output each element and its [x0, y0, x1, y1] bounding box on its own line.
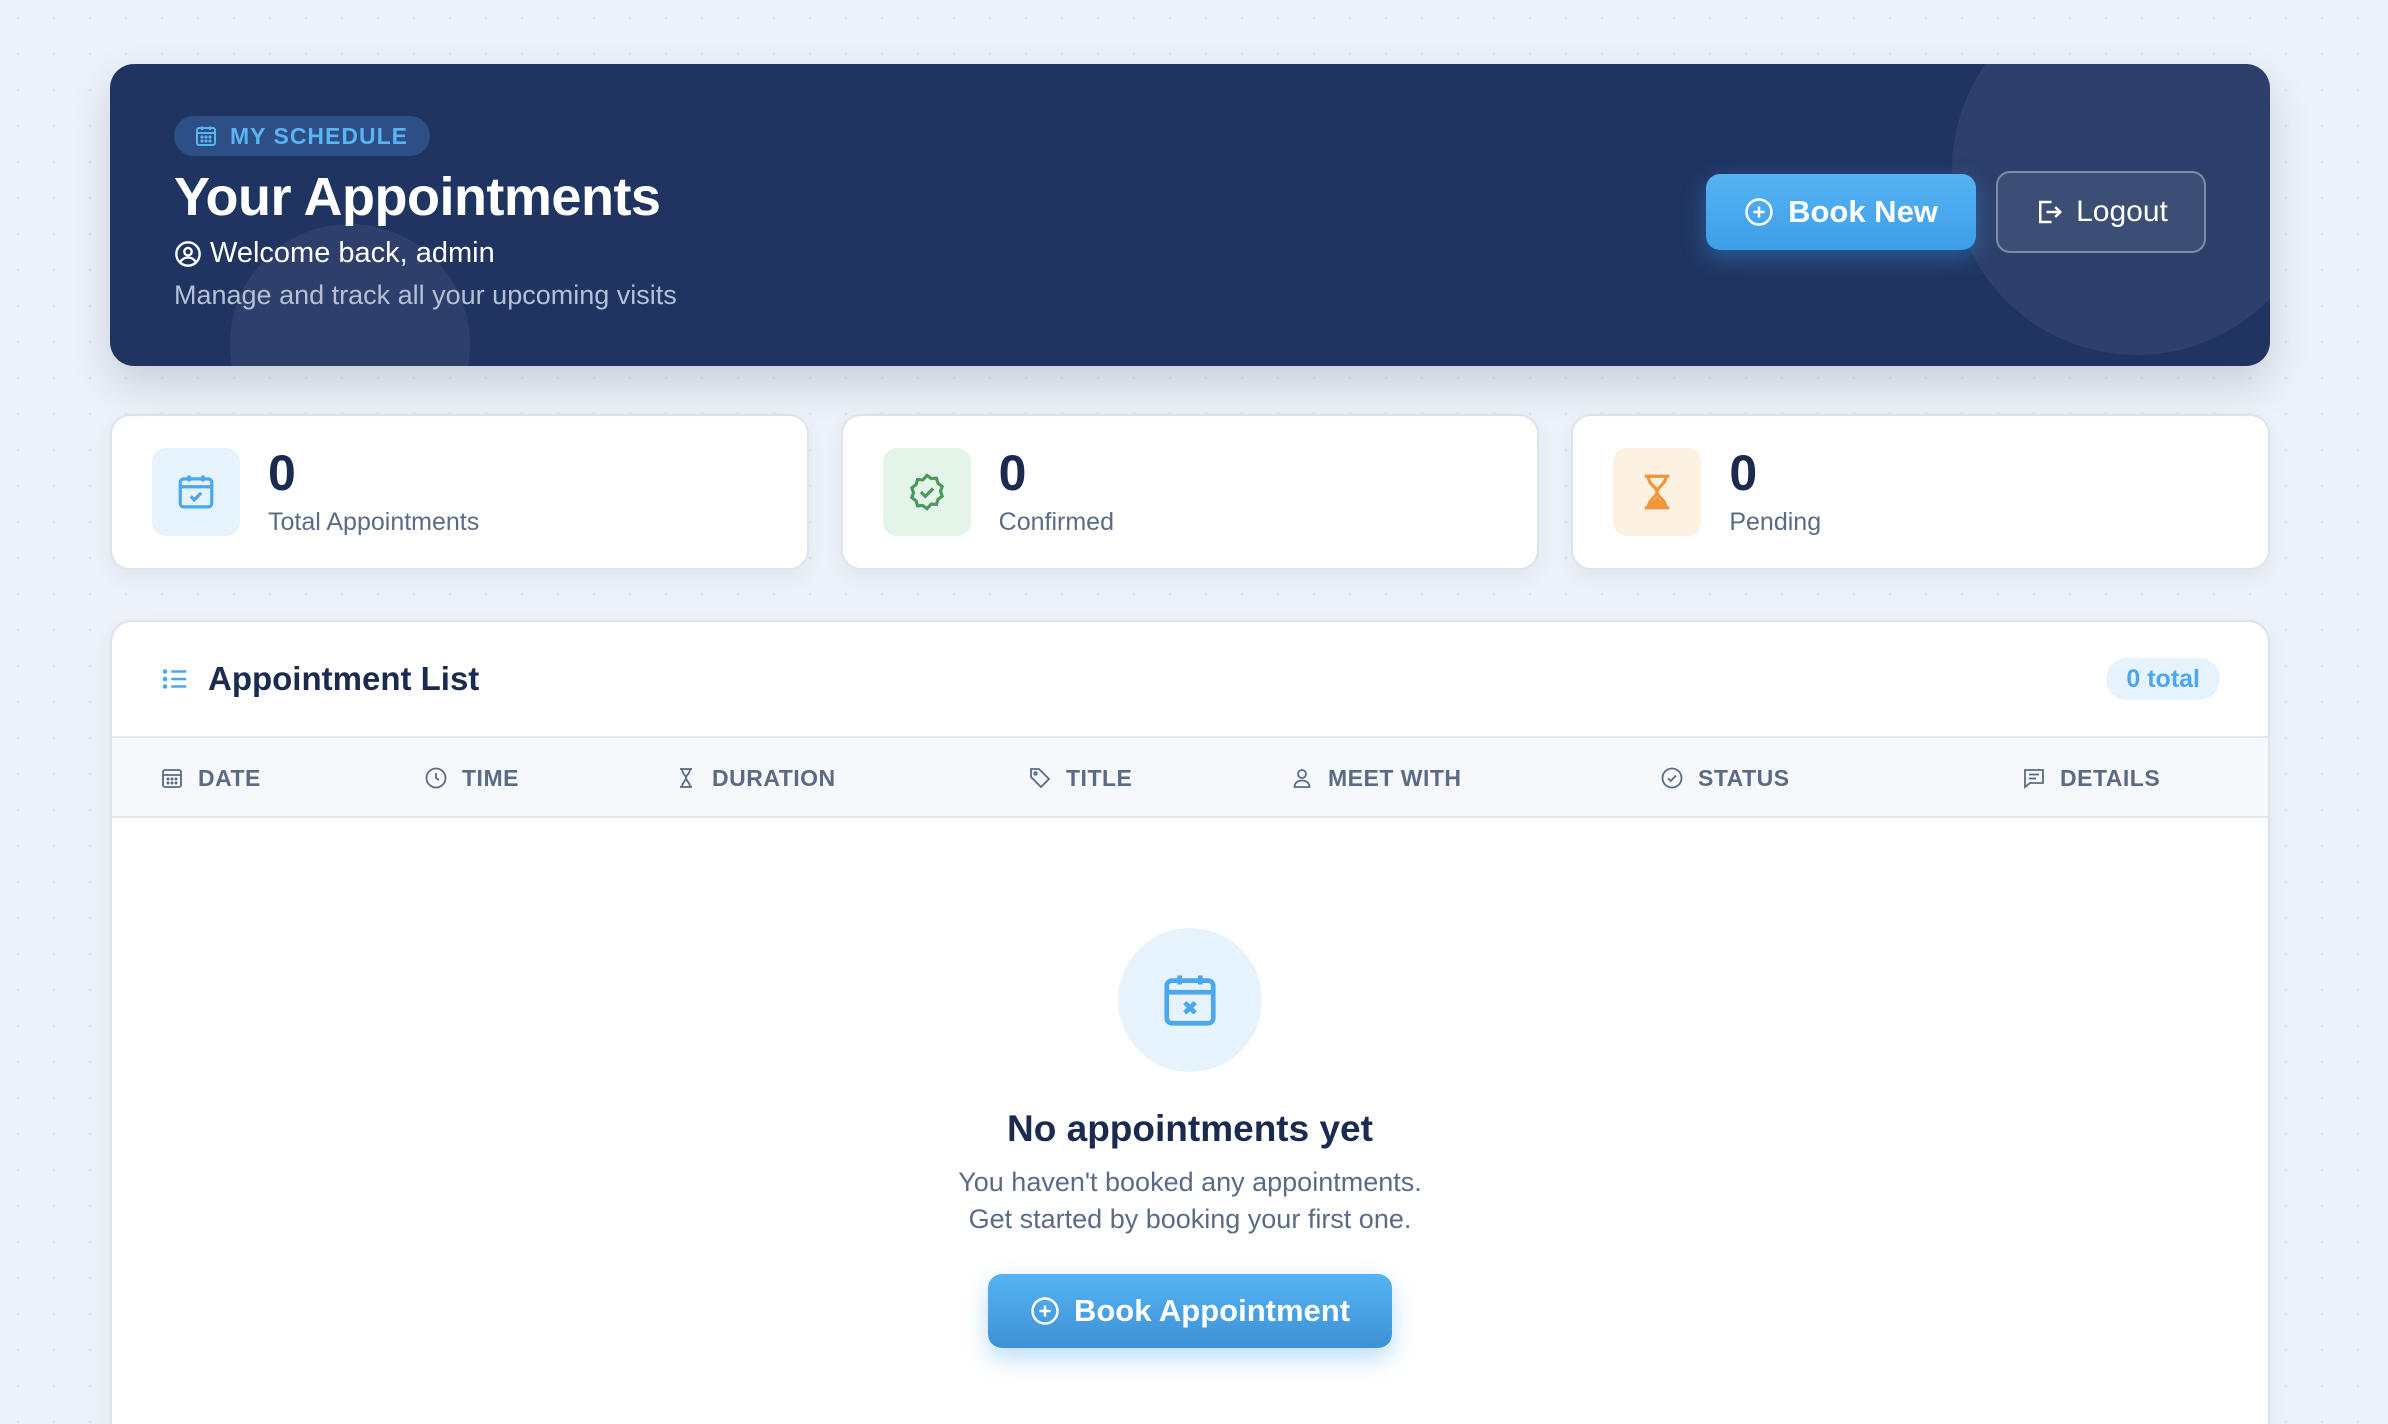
column-header-date[interactable]: DATE: [160, 738, 261, 818]
check-circle-icon: [1661, 767, 1683, 789]
page-title: Your Appointments: [174, 167, 661, 227]
header-actions: Book New Logout: [1706, 171, 2206, 253]
tag-icon: [1030, 768, 1051, 789]
user-icon: [1293, 769, 1311, 788]
empty-state-line: Get started by booking your first one.: [968, 1204, 1412, 1234]
stat-card-confirmed: 0 Confirmed: [840, 414, 1540, 570]
book-appointment-button[interactable]: Book Appointment: [988, 1274, 1392, 1348]
welcome-message: Welcome back, admin: [174, 237, 677, 270]
empty-state-title: No appointments yet: [1007, 1108, 1373, 1149]
schedule-badge: MY SCHEDULE: [174, 116, 430, 156]
logout-icon: [2039, 200, 2063, 224]
stats-row: 0 Total Appointments 0 Confirmed 0 Pendi…: [110, 414, 2271, 570]
column-label: STATUS: [1698, 764, 1790, 791]
column-header-details[interactable]: DETAILS: [2022, 738, 2160, 818]
column-header-duration[interactable]: DURATION: [674, 738, 836, 818]
column-header-title[interactable]: TITLE: [1028, 738, 1132, 818]
stat-icon-container: [1613, 448, 1702, 536]
stat-value: 0: [268, 444, 296, 501]
stat-card-pending: 0 Pending: [1571, 414, 2271, 570]
page: MY SCHEDULE Your Appointments Welcome ba…: [110, 64, 2271, 1424]
book-new-button[interactable]: Book New: [1706, 174, 1976, 250]
page-subtitle: Manage and track all your upcoming visit…: [174, 280, 677, 311]
welcome-text: Welcome back, admin: [210, 237, 495, 270]
stat-value: 0: [998, 444, 1027, 501]
column-header-meet-with[interactable]: MEET WITH: [1290, 738, 1462, 818]
logout-label: Logout: [2076, 195, 2168, 228]
stat-label: Pending: [1729, 507, 1822, 536]
stat-value: 0: [1729, 444, 1758, 501]
stat-label: Confirmed: [998, 507, 1114, 536]
column-label: DURATION: [712, 764, 836, 791]
stat-label: Total Appointments: [268, 507, 480, 536]
stat-card-total: 0 Total Appointments: [110, 414, 809, 570]
stat-icon-container: [882, 448, 971, 536]
user-circle-icon: [175, 241, 201, 267]
empty-state-line: You haven't booked any appointments.: [958, 1167, 1422, 1197]
empty-state-text: You haven't booked any appointments. Get…: [112, 1164, 2268, 1238]
hourglass-icon: [680, 768, 692, 788]
schedule-badge-label: MY SCHEDULE: [230, 122, 408, 149]
message-icon: [2024, 769, 2044, 789]
hourglass-icon: [1645, 474, 1670, 510]
empty-state: No appointments yet You haven't booked a…: [112, 818, 2268, 1424]
calendar-check-icon: [178, 475, 214, 509]
list-header: Appointment List 0 total: [112, 622, 2268, 738]
book-new-label: Book New: [1788, 194, 1938, 229]
column-header-status[interactable]: STATUS: [1660, 738, 1790, 818]
list-icon: [162, 669, 187, 689]
plus-circle-icon: [1745, 198, 1773, 226]
column-label: DETAILS: [2060, 764, 2161, 791]
calendar-x-icon: [1164, 975, 1216, 1026]
column-label: TITLE: [1066, 764, 1133, 791]
calendar-icon: [162, 769, 182, 788]
column-header-time[interactable]: TIME: [424, 738, 519, 818]
table-header: DATE TIME DURATION TITLE MEET WITH STATU…: [112, 738, 2268, 818]
plus-circle-icon: [1031, 1297, 1059, 1325]
appointment-list-panel: Appointment List 0 total DATE TIME DURAT…: [110, 620, 2270, 1424]
column-label: DATE: [198, 764, 261, 791]
empty-icon-container: [1118, 928, 1262, 1072]
hero-header: MY SCHEDULE Your Appointments Welcome ba…: [110, 64, 2270, 366]
hero-text: MY SCHEDULE Your Appointments Welcome ba…: [174, 116, 677, 311]
column-label: MEET WITH: [1328, 764, 1462, 791]
total-count-badge: 0 total: [2106, 658, 2220, 700]
column-label: TIME: [462, 764, 519, 791]
list-title: Appointment List: [208, 660, 480, 697]
badge-check-icon: [909, 473, 944, 511]
logout-button[interactable]: Logout: [1996, 171, 2206, 253]
book-appointment-label: Book Appointment: [1073, 1293, 1351, 1328]
calendar-grid-icon: [196, 126, 216, 146]
clock-icon: [425, 767, 447, 789]
stat-icon-container: [152, 448, 240, 536]
